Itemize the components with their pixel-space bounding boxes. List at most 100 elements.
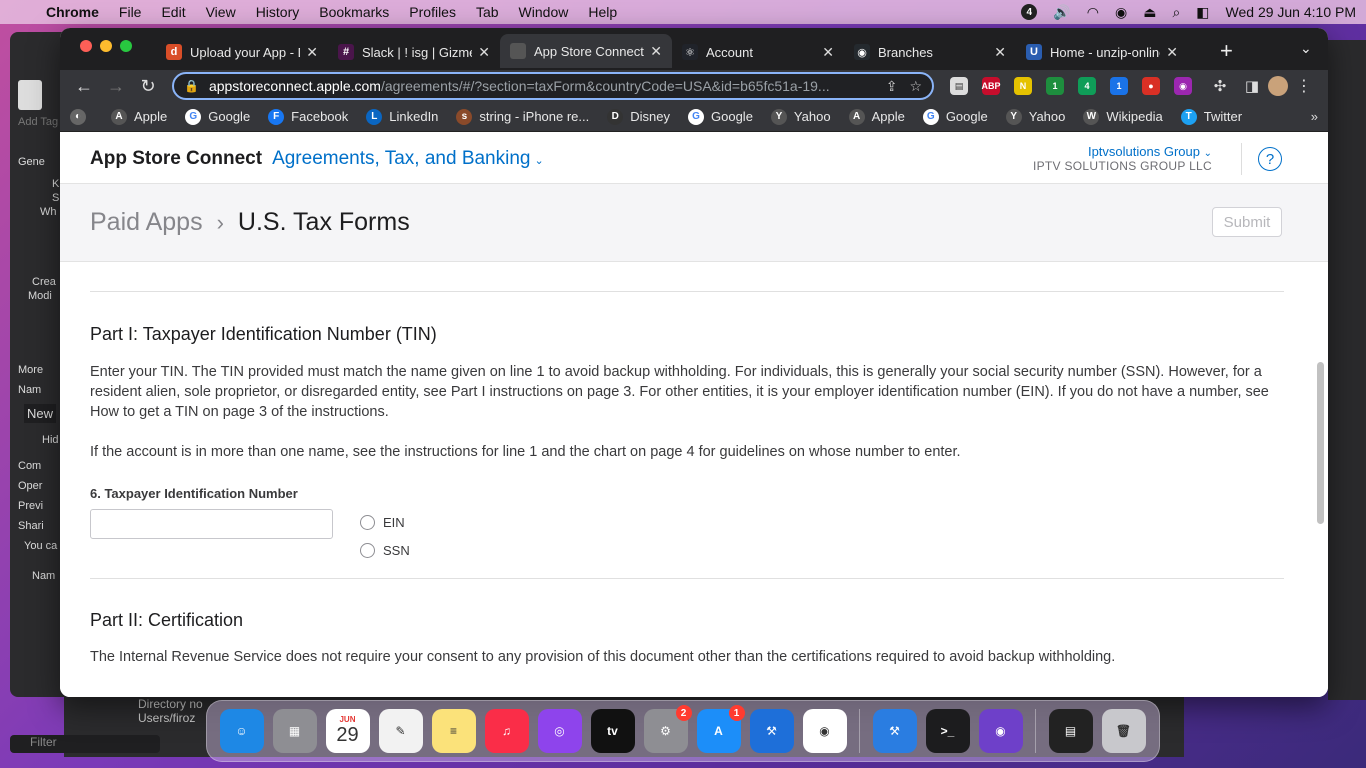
bookmark-item[interactable]: A Apple (848, 108, 905, 125)
dock-podcasts-icon[interactable]: ◎ (537, 709, 582, 753)
address-bar[interactable]: 🔒 appstoreconnect.apple.com /agreements/… (172, 72, 934, 100)
bookmark-item[interactable]: F Facebook (268, 108, 348, 125)
page-brand[interactable]: App Store Connect (90, 148, 262, 170)
ssn-option[interactable]: SSN (360, 543, 410, 558)
dock-finder-icon[interactable]: ☺ (219, 709, 264, 753)
extension-icon[interactable]: 1 (1046, 77, 1064, 95)
dock-appstore-icon[interactable]: A1 (696, 705, 745, 753)
ssn-radio[interactable] (360, 543, 375, 558)
eject-icon[interactable]: ⏏ (1143, 4, 1156, 21)
bookmark-item[interactable]: A Apple (111, 108, 167, 125)
bookmark-item[interactable]: L LinkedIn (366, 108, 438, 125)
extension-icon[interactable]: ABP (982, 77, 1001, 95)
submit-button[interactable]: Submit (1212, 207, 1282, 237)
side-panel-icon[interactable]: ◨ (1236, 77, 1268, 95)
dock-calendar-icon[interactable]: JUN 29 (325, 709, 370, 753)
browser-tab[interactable]: # Slack | ! isg | Gizme ✕ (328, 36, 500, 68)
back-button[interactable]: ← (68, 76, 100, 97)
extension-icon[interactable]: N (1014, 77, 1032, 95)
extension-icon[interactable]: 4 (1078, 77, 1096, 95)
browser-tab[interactable]: App Store Connect ✕ (500, 34, 672, 68)
menu-history[interactable]: History (256, 4, 300, 20)
section-dropdown[interactable]: Agreements, Tax, and Banking ⌄ (272, 148, 544, 170)
dock-github-icon[interactable]: ◉ (978, 709, 1023, 753)
clock[interactable]: Wed 29 Jun 4:10 PM (1226, 4, 1356, 20)
notification-badge-icon[interactable]: 4 (1021, 4, 1038, 20)
browser-tab[interactable]: U Home - unzip-online ✕ (1016, 36, 1188, 68)
ein-option[interactable]: EIN (360, 515, 405, 530)
dock-xcode-beta-icon[interactable]: ⚒ (872, 709, 917, 753)
new-tab-button[interactable]: + (1220, 38, 1233, 64)
close-tab-icon[interactable]: ✕ (822, 44, 834, 61)
menu-view[interactable]: View (206, 4, 236, 20)
menu-help[interactable]: Help (588, 4, 617, 20)
reload-button[interactable]: ↻ (132, 76, 164, 97)
extension-icon[interactable]: ◉ (1174, 77, 1192, 95)
menu-app-chrome[interactable]: Chrome (46, 4, 99, 20)
page-scrollbar[interactable] (1317, 362, 1324, 524)
dock-chrome-icon[interactable]: ◉ (802, 709, 847, 753)
browser-tab[interactable]: d Upload your App - D ✕ (156, 36, 328, 68)
close-tab-icon[interactable]: ✕ (1166, 44, 1178, 61)
ein-radio[interactable] (360, 515, 375, 530)
close-tab-icon[interactable]: ✕ (994, 44, 1006, 61)
close-tab-icon[interactable]: ✕ (306, 44, 318, 61)
bookmark-item[interactable]: G Google (688, 108, 753, 125)
close-window-button[interactable] (80, 40, 92, 52)
bookmark-item[interactable]: W Wikipedia (1083, 108, 1163, 125)
extension-icon[interactable]: ▤ (950, 77, 968, 95)
profile-avatar[interactable] (1268, 76, 1288, 96)
bookmarks-overflow-icon[interactable]: » (1311, 109, 1318, 124)
bookmark-item[interactable]: D Disney (607, 108, 670, 125)
bookmark-item[interactable]: Y Yahoo (770, 108, 831, 125)
tin-input[interactable] (90, 509, 333, 539)
close-tab-icon[interactable]: ✕ (650, 43, 662, 60)
bookmark-item[interactable]: G Google (185, 108, 250, 125)
close-tab-icon[interactable]: ✕ (478, 44, 490, 61)
dock-separator (859, 709, 860, 753)
filter-field[interactable]: Filter (10, 735, 160, 753)
forward-button[interactable]: → (100, 76, 132, 97)
wifi-icon[interactable]: ◠ (1087, 4, 1099, 21)
zoom-window-button[interactable] (120, 40, 132, 52)
apps-icon[interactable]: ◐ (70, 108, 93, 125)
menu-file[interactable]: File (119, 4, 142, 20)
minimize-window-button[interactable] (100, 40, 112, 52)
lock-icon[interactable]: 🔒 (184, 79, 199, 93)
bookmark-item[interactable]: G Google (922, 108, 988, 125)
dock-notes-icon[interactable]: ≡ (431, 709, 476, 753)
dock-terminal-icon[interactable]: >_ (925, 709, 970, 753)
menu-profiles[interactable]: Profiles (409, 4, 456, 20)
bookmark-item[interactable]: T Twitter (1180, 108, 1242, 125)
dock-appletv-icon[interactable]: tv (590, 709, 635, 753)
menu-window[interactable]: Window (519, 4, 569, 20)
control-center-icon[interactable]: ◧ (1196, 4, 1209, 21)
volume-icon[interactable]: 🔊 (1053, 4, 1070, 21)
browser-tab[interactable]: ◉ Branches ✕ (844, 36, 1016, 68)
bookmark-item[interactable]: Y Yahoo (1005, 108, 1065, 125)
breadcrumb-paid-apps[interactable]: Paid Apps (90, 208, 203, 237)
account-menu[interactable]: Iptvsolutions Group ⌄ IPTV SOLUTIONS GRO… (1033, 144, 1212, 173)
browser-tab[interactable]: ⚛ Account ✕ (672, 36, 844, 68)
dock-console-icon[interactable]: ▤ (1048, 709, 1093, 753)
extension-icon[interactable]: 1 (1110, 77, 1128, 95)
help-button[interactable]: ? (1258, 147, 1282, 171)
share-icon[interactable]: ⇪ (886, 78, 898, 95)
menu-edit[interactable]: Edit (161, 4, 185, 20)
extension-icon[interactable]: ● (1142, 77, 1160, 95)
dock-textedit-icon[interactable]: ✎ (378, 709, 423, 753)
dock-music-icon[interactable]: ♫ (484, 709, 529, 753)
chrome-menu-icon[interactable]: ⋮ (1288, 76, 1320, 96)
dock-launchpad-icon[interactable]: ▦ (272, 709, 317, 753)
bookmark-item[interactable]: s string - iPhone re... (456, 108, 589, 125)
tab-search-chevron-icon[interactable]: ⌄ (1300, 40, 1312, 57)
extensions-puzzle-icon[interactable]: ✣ (1204, 77, 1236, 95)
menu-bookmarks[interactable]: Bookmarks (319, 4, 389, 20)
spotlight-search-icon[interactable]: ⌕ (1172, 4, 1180, 21)
user-icon[interactable]: ◉ (1115, 4, 1127, 21)
dock-trash-icon[interactable]: 🗑 (1101, 709, 1146, 753)
menu-tab[interactable]: Tab (476, 4, 499, 20)
dock-xcode-icon[interactable]: ⚒ (749, 709, 794, 753)
bookmark-star-icon[interactable]: ☆ (909, 78, 922, 95)
dock-settings-icon[interactable]: ⚙ 2 (643, 705, 692, 753)
